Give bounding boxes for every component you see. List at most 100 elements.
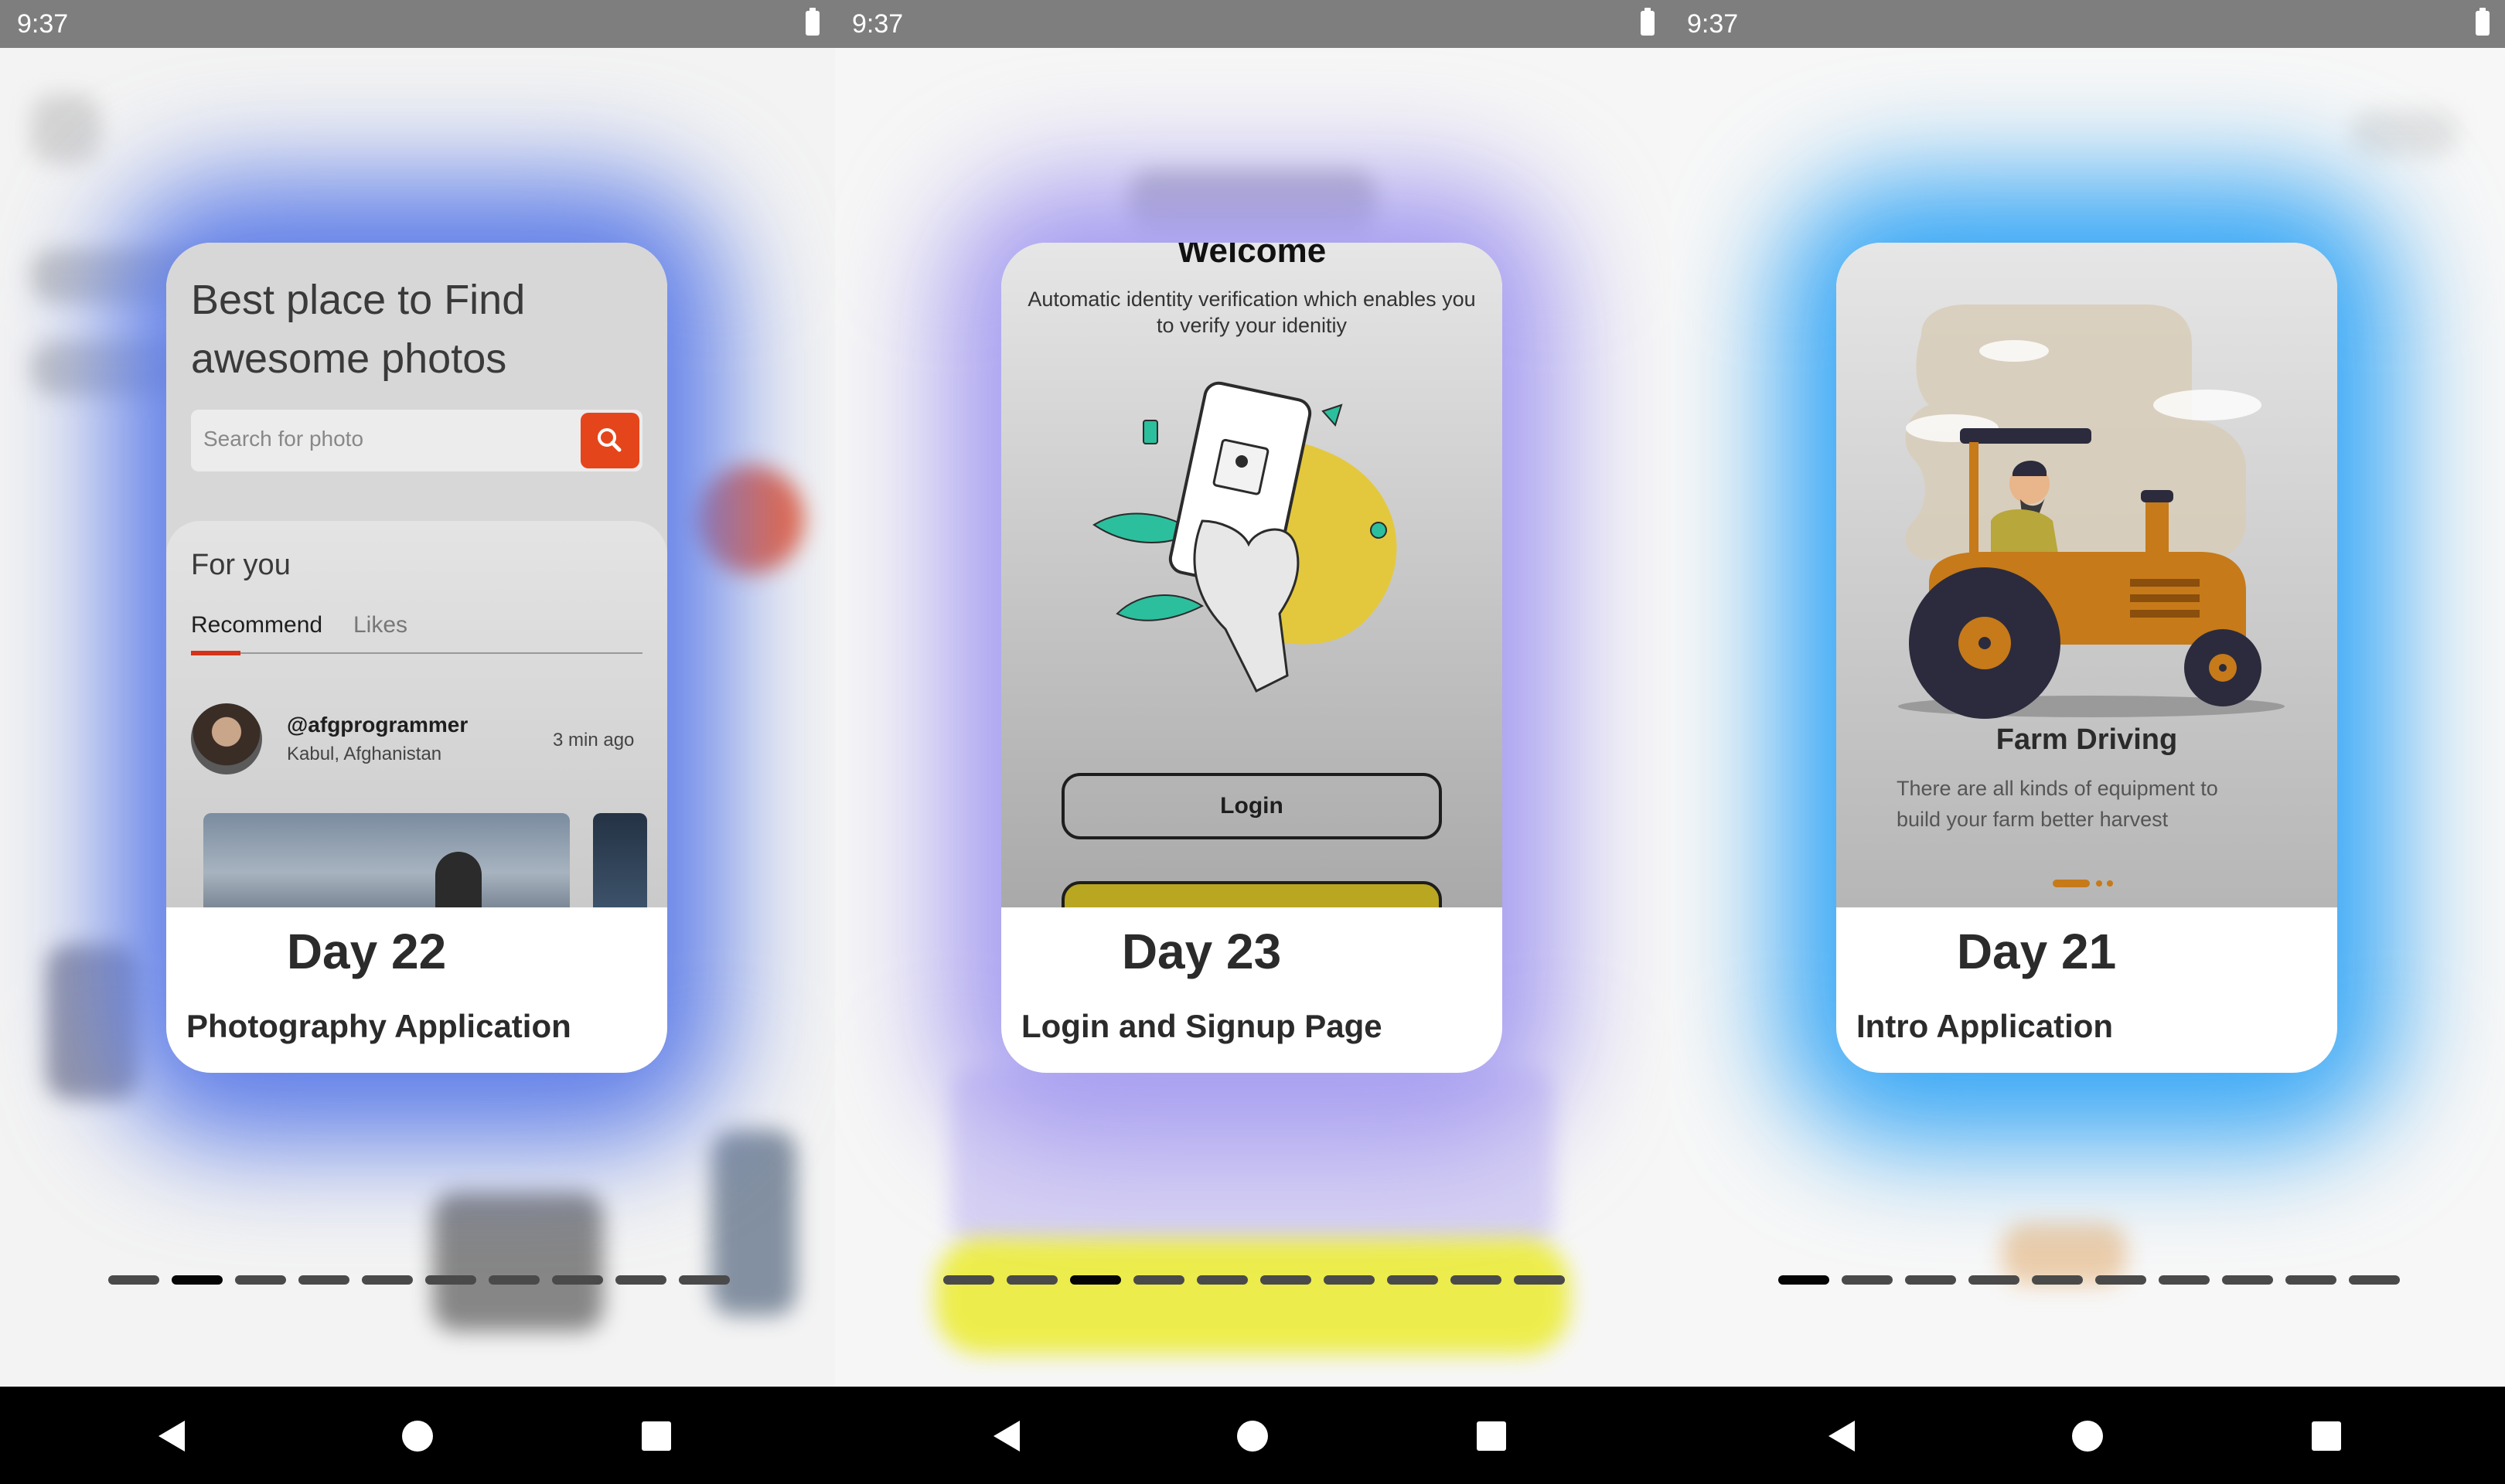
page-dot[interactable]: [1968, 1275, 2019, 1285]
status-time: 9:37: [852, 9, 904, 39]
page-dot[interactable]: [489, 1275, 540, 1285]
status-bar: 9:37: [835, 0, 1670, 48]
page-dot-active[interactable]: [172, 1275, 223, 1285]
day-label: Day 23: [1121, 924, 1282, 979]
login-label: Login: [1220, 793, 1283, 819]
battery-icon: [806, 8, 820, 36]
person-silhouette: [435, 852, 482, 907]
page-indicator: [0, 1275, 835, 1286]
project-card[interactable]: Welcome Automatic identity verification …: [1001, 243, 1502, 1073]
for-you-panel: For you Recommend Likes @afgprogrammer K…: [166, 521, 667, 907]
page-dot[interactable]: [235, 1275, 286, 1285]
status-time: 9:37: [1687, 9, 1739, 39]
page-dot[interactable]: [1133, 1275, 1184, 1285]
intro-page-indicator: [2053, 880, 2122, 887]
avatar[interactable]: [191, 703, 262, 774]
page-dot[interactable]: [2222, 1275, 2273, 1285]
page-dot[interactable]: [2032, 1275, 2083, 1285]
page-dot[interactable]: [1260, 1275, 1311, 1285]
battery-icon: [2476, 8, 2490, 36]
page-dot[interactable]: [1514, 1275, 1565, 1285]
user-handle[interactable]: @afgprogrammer: [287, 713, 468, 737]
page-dot[interactable]: [425, 1275, 476, 1285]
page-dot[interactable]: [552, 1275, 603, 1285]
post-time: 3 min ago: [553, 730, 635, 751]
user-location: Kabul, Afghanistan: [287, 744, 442, 764]
preview-subtitle: Automatic identity verification which en…: [1028, 288, 1476, 337]
menu-icon-blur: [31, 94, 101, 164]
recent-apps-icon[interactable]: [642, 1421, 671, 1451]
intro-dot-active: [2053, 880, 2090, 887]
status-time: 9:37: [17, 9, 69, 39]
project-title: Login and Signup Page: [1021, 1008, 1382, 1044]
page-dot[interactable]: [679, 1275, 730, 1285]
page-dot[interactable]: [108, 1275, 159, 1285]
page-dot[interactable]: [1324, 1275, 1375, 1285]
page-dot-active[interactable]: [1070, 1275, 1121, 1285]
recent-apps-icon[interactable]: [2312, 1421, 2341, 1451]
preview-heading: Best place to Find awesome photos: [191, 277, 526, 382]
search-placeholder: Search for photo: [203, 427, 364, 451]
status-bar: 9:37: [0, 0, 835, 48]
page-dot[interactable]: [2349, 1275, 2400, 1285]
system-nav-bar: [835, 1387, 1670, 1484]
home-icon[interactable]: [402, 1421, 433, 1452]
app-preview: Best place to Find awesome photos Search…: [166, 243, 667, 907]
preview-heading: Farm Driving: [1995, 723, 2178, 756]
project-card[interactable]: Farm Driving There are all kinds of equi…: [1836, 243, 2337, 1073]
photo-thumbnail[interactable]: [203, 813, 570, 907]
tab-underline: [191, 652, 642, 654]
page-dot[interactable]: [2159, 1275, 2210, 1285]
page-dot[interactable]: [1905, 1275, 1956, 1285]
page-dot[interactable]: [362, 1275, 413, 1285]
page-dot[interactable]: [1197, 1275, 1248, 1285]
project-card[interactable]: Best place to Find awesome photos Search…: [166, 243, 667, 1073]
intro-dot: [2096, 880, 2102, 887]
page-dot[interactable]: [943, 1275, 994, 1285]
project-title: Intro Application: [1856, 1008, 2114, 1044]
page-indicator: [835, 1275, 1670, 1286]
image-blur: [711, 1130, 796, 1316]
screen-day-21: 9:37 Farm Driving There are all kinds of…: [1670, 0, 2505, 1484]
photo-thumbnail[interactable]: [593, 813, 647, 907]
tab-likes[interactable]: Likes: [353, 612, 407, 638]
back-icon[interactable]: [993, 1421, 1020, 1452]
search-icon: [598, 428, 622, 452]
day-label: Day 22: [286, 924, 447, 979]
battery-icon: [1641, 8, 1655, 36]
recent-apps-icon[interactable]: [1477, 1421, 1506, 1451]
tractor-illustration: [1898, 305, 2285, 719]
page-dot[interactable]: [2095, 1275, 2146, 1285]
skip-text-blur: [2350, 110, 2459, 156]
day-label: Day 21: [1956, 924, 2117, 979]
home-icon[interactable]: [1237, 1421, 1268, 1452]
page-dot[interactable]: [298, 1275, 349, 1285]
page-dot[interactable]: [1007, 1275, 1058, 1285]
screen-day-22: 9:37 Best place to Find awesome photos S…: [0, 0, 835, 1484]
screen-day-23: 9:37 Welcome Automatic identity verifica…: [835, 0, 1670, 1484]
back-icon[interactable]: [1828, 1421, 1855, 1452]
image-blur: [433, 1192, 603, 1331]
page-dot[interactable]: [615, 1275, 666, 1285]
page-indicator: [1670, 1275, 2505, 1286]
search-button[interactable]: [581, 413, 639, 468]
project-title: Photography Application: [186, 1008, 571, 1044]
app-preview: Farm Driving There are all kinds of equi…: [1836, 243, 2337, 907]
page-dot[interactable]: [1842, 1275, 1893, 1285]
search-input[interactable]: Search for photo: [191, 410, 642, 471]
back-icon[interactable]: [158, 1421, 185, 1452]
login-button[interactable]: Login: [1062, 773, 1442, 839]
preview-heading: Welcome: [1177, 243, 1327, 270]
tab-active-indicator: [191, 651, 240, 655]
page-dot[interactable]: [1387, 1275, 1438, 1285]
signup-button-blur: [936, 1238, 1569, 1354]
page-dot[interactable]: [1450, 1275, 1501, 1285]
signup-button[interactable]: [1062, 881, 1442, 907]
phone-hand-illustration: [1092, 381, 1397, 693]
page-dot-active[interactable]: [1778, 1275, 1829, 1285]
app-preview: Welcome Automatic identity verification …: [1001, 243, 1502, 907]
tab-recommend[interactable]: Recommend: [191, 612, 322, 638]
system-nav-bar: [0, 1387, 835, 1484]
page-dot[interactable]: [2285, 1275, 2336, 1285]
home-icon[interactable]: [2072, 1421, 2103, 1452]
